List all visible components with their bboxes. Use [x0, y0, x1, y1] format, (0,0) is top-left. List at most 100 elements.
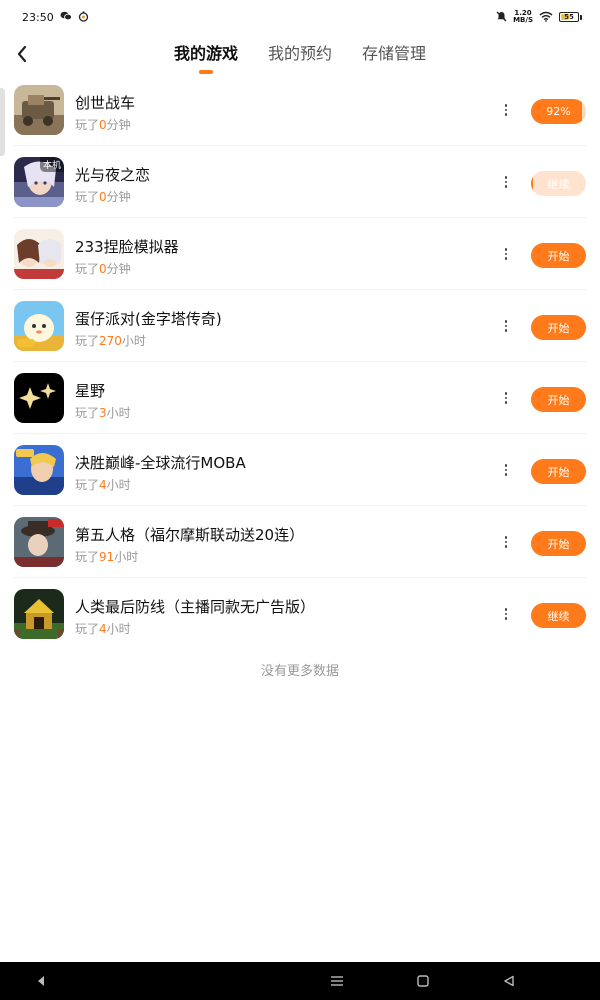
- nav-recent-button[interactable]: [500, 972, 518, 990]
- play-time-unit: 分钟: [106, 190, 131, 204]
- mute-bell-icon: [496, 11, 507, 24]
- game-name: 蛋仔派对(金字塔传奇): [75, 310, 222, 328]
- triangle-outline-left-icon: [504, 975, 514, 987]
- game-name: 创世战车: [75, 94, 136, 112]
- triangle-left-icon: [38, 976, 44, 986]
- continue-button[interactable]: 继续: [531, 603, 586, 628]
- more-options-icon[interactable]: [497, 316, 515, 336]
- no-more-data-text: 没有更多数据: [260, 664, 339, 679]
- play-time-prefix: 玩了: [75, 190, 100, 204]
- play-time-unit: 分钟: [106, 262, 131, 276]
- continue-label: 继续: [547, 177, 570, 191]
- play-time-value: 0: [99, 118, 107, 132]
- more-options-icon[interactable]: [497, 172, 515, 192]
- start-button[interactable]: 开始: [531, 315, 586, 340]
- more-options-icon[interactable]: [497, 532, 515, 552]
- list-item[interactable]: 第五人格（福尔摩斯联动送20连） 玩了91小时 开始: [14, 506, 586, 578]
- wechat-icon: [60, 11, 72, 23]
- start-button[interactable]: 开始: [531, 243, 586, 268]
- game-icon-juesheng-dianfeng: [14, 445, 64, 495]
- game-icon-guang-yu-ye-zhi-lian: 本机: [14, 157, 64, 207]
- play-time: 玩了91小时: [75, 548, 138, 565]
- app-notification-icon: [78, 11, 89, 24]
- play-time: 玩了0分钟: [75, 116, 131, 133]
- local-tag: 本机: [39, 157, 64, 172]
- tab-bar: 我的游戏 我的预约 存储管理: [0, 34, 600, 74]
- play-time-prefix: 玩了: [75, 262, 100, 276]
- game-name: 决胜巅峰-全球流行MOBA: [75, 454, 246, 472]
- list-item[interactable]: 人类最后防线（主播同款无广告版） 玩了4小时 继续: [14, 578, 586, 650]
- start-label: 开始: [547, 393, 570, 407]
- play-time-prefix: 玩了: [75, 550, 100, 564]
- play-time-prefix: 玩了: [75, 118, 100, 132]
- list-item[interactable]: 星野 玩了3小时 开始: [14, 362, 586, 434]
- network-speed: 1.20 MB/S: [513, 10, 533, 24]
- play-time-value: 270: [99, 334, 122, 348]
- more-options-icon[interactable]: [497, 460, 515, 480]
- start-label: 开始: [547, 249, 570, 263]
- play-time: 玩了4小时: [75, 476, 131, 493]
- list-item[interactable]: 233捏脸模拟器 玩了0分钟 开始: [14, 218, 586, 290]
- more-options-icon[interactable]: [497, 244, 515, 264]
- menu-icon: [331, 976, 343, 986]
- play-time-value: 0: [99, 190, 107, 204]
- game-name: 人类最后防线（主播同款无广告版）: [75, 598, 316, 616]
- square-icon: [417, 975, 429, 987]
- play-time: 玩了4小时: [75, 620, 131, 637]
- nav-menu-button[interactable]: [328, 972, 346, 990]
- play-time-value: 0: [99, 262, 107, 276]
- start-label: 开始: [547, 537, 570, 551]
- tab-my-games[interactable]: 我的游戏: [174, 34, 238, 74]
- game-icon-chuangshi-zhanche: [14, 85, 64, 135]
- start-button[interactable]: 开始: [531, 531, 586, 556]
- play-time-unit: 小时: [106, 406, 131, 420]
- list-item[interactable]: 决胜巅峰-全球流行MOBA 玩了4小时 开始: [14, 434, 586, 506]
- more-options-icon[interactable]: [497, 388, 515, 408]
- status-bar-left: 23:50: [22, 11, 89, 24]
- tab-my-reservations[interactable]: 我的预约: [268, 34, 332, 74]
- play-time-value: 4: [99, 478, 107, 492]
- game-icon-identity-v: [14, 517, 64, 567]
- start-button[interactable]: 开始: [531, 387, 586, 412]
- play-time-value: 3: [99, 406, 107, 420]
- battery-icon: 55: [559, 12, 582, 22]
- nav-home-button[interactable]: [414, 972, 432, 990]
- play-time: 玩了3小时: [75, 404, 131, 421]
- continue-label: 继续: [547, 609, 570, 623]
- list-item[interactable]: 创世战车 玩了0分钟 92%: [14, 74, 586, 146]
- status-bar: 23:50 1.20 MB/S 55: [0, 0, 600, 34]
- start-button[interactable]: 开始: [531, 459, 586, 484]
- play-time-unit: 分钟: [106, 118, 131, 132]
- start-label: 开始: [547, 321, 570, 335]
- play-time-prefix: 玩了: [75, 478, 100, 492]
- game-name: 星野: [75, 382, 106, 400]
- game-name: 光与夜之恋: [75, 166, 151, 184]
- play-time-unit: 小时: [106, 622, 131, 636]
- play-time: 玩了0分钟: [75, 188, 131, 205]
- game-list: 创世战车 玩了0分钟 92% 本机 光与夜之恋 玩了0分钟 继续 233捏脸模拟…: [0, 74, 600, 650]
- progress-label: 92%: [546, 105, 571, 118]
- play-time: 玩了0分钟: [75, 260, 131, 277]
- download-progress-button[interactable]: 92%: [531, 99, 586, 124]
- list-item[interactable]: 本机 光与夜之恋 玩了0分钟 继续: [14, 146, 586, 218]
- more-options-icon[interactable]: [497, 604, 515, 624]
- wifi-icon: [539, 11, 553, 24]
- play-time-unit: 小时: [121, 334, 146, 348]
- status-time: 23:50: [22, 10, 54, 24]
- nav-back-button[interactable]: [32, 972, 50, 990]
- progress-fill: [531, 171, 534, 196]
- continue-button[interactable]: 继续: [531, 171, 586, 196]
- tab-storage-management[interactable]: 存储管理: [362, 34, 426, 74]
- list-item[interactable]: 蛋仔派对(金字塔传奇) 玩了270小时 开始: [14, 290, 586, 362]
- game-name: 第五人格（福尔摩斯联动送20连）: [75, 526, 305, 544]
- battery-body: 55: [559, 12, 579, 22]
- game-icon-233-face-simulator: [14, 229, 64, 279]
- game-icon-xingye: [14, 373, 64, 423]
- play-time-prefix: 玩了: [75, 406, 100, 420]
- battery-cap: [580, 14, 582, 20]
- more-options-icon[interactable]: [497, 100, 515, 120]
- play-time-unit: 小时: [114, 550, 139, 564]
- header: 我的游戏 我的预约 存储管理: [0, 34, 600, 74]
- battery-level: 55: [564, 13, 574, 21]
- status-bar-right: 1.20 MB/S 55: [496, 10, 582, 24]
